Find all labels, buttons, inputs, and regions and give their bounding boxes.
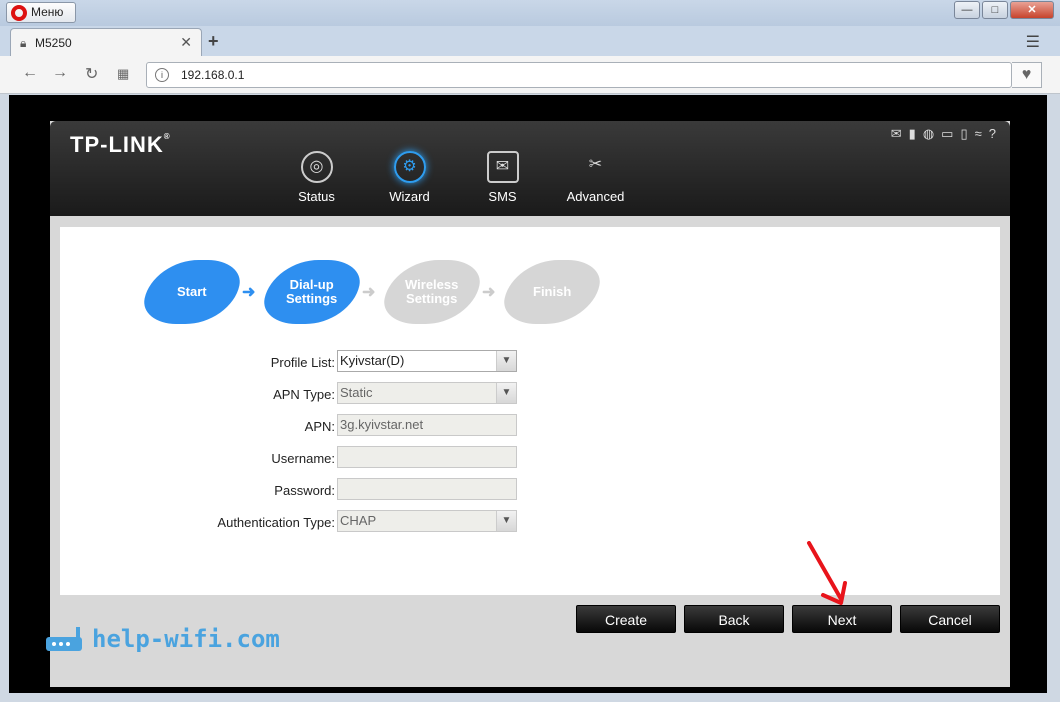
- window-titlebar: Меню — □ ✕: [0, 0, 1060, 26]
- step-wireless-settings: Wireless Settings: [379, 260, 485, 324]
- main-nav: ◎ Status ⚙ Wizard ✉ SMS ✂ Advanced: [270, 151, 642, 204]
- speed-dial-icon[interactable]: ▦: [117, 66, 129, 82]
- tp-link-logo: TP-LINK®: [70, 132, 171, 157]
- auth-type-row: Authentication Type: CHAP ▼: [160, 510, 520, 542]
- internet-globe-icon: ◍: [922, 126, 935, 141]
- menu-label: Меню: [31, 5, 64, 19]
- forward-arrow-icon[interactable]: →: [52, 64, 68, 82]
- bookmark-heart-icon[interactable]: ♥: [1012, 62, 1042, 88]
- profile-list-label: Profile List:: [270, 355, 335, 370]
- page-viewport: TP-LINK® ✉ ▮ ◍ ▭ ▯ ≈ ? ◎ Status ⚙ Wizard: [9, 95, 1047, 693]
- apn-type-label: APN Type:: [273, 387, 335, 402]
- step-start: Start: [139, 260, 245, 324]
- step-arrow-icon: ➜: [242, 284, 256, 301]
- cancel-button[interactable]: Cancel: [900, 605, 1000, 633]
- tab-title: M5250: [35, 36, 72, 50]
- apn-row: APN: 3g.kyivstar.net: [160, 414, 520, 446]
- wifi-icon: ≈: [974, 126, 982, 141]
- step-arrow-icon: ➜: [482, 284, 496, 301]
- router-admin-app: TP-LINK® ✉ ▮ ◍ ▭ ▯ ≈ ? ◎ Status ⚙ Wizard: [50, 121, 1010, 687]
- reload-icon[interactable]: ↻: [85, 64, 98, 84]
- router-watermark-icon: [46, 627, 82, 651]
- envelope-icon: ✉: [486, 151, 519, 183]
- nav-wizard[interactable]: ⚙ Wizard: [363, 151, 456, 204]
- close-window-button[interactable]: ✕: [1010, 1, 1054, 19]
- battery-icon: ▭: [941, 126, 954, 141]
- password-label: Password:: [274, 483, 335, 498]
- watermark-text: help-wifi.com: [92, 625, 280, 653]
- tab-close-icon[interactable]: ✕: [180, 34, 192, 51]
- apn-label: APN:: [304, 419, 335, 434]
- apn-input[interactable]: 3g.kyivstar.net: [337, 414, 517, 436]
- nav-label: Status: [298, 189, 335, 204]
- browser-toolbar: ← → ↻ ▦ i 192.168.0.1 ♥: [0, 56, 1060, 94]
- auth-type-select[interactable]: CHAP ▼: [337, 510, 517, 532]
- browser-tab[interactable]: 🔒︎ M5250 ✕: [10, 28, 202, 56]
- address-bar[interactable]: i 192.168.0.1: [146, 62, 1012, 88]
- step-finish: Finish: [499, 260, 605, 324]
- username-row: Username:: [160, 446, 520, 478]
- step-dialup-settings: Dial-up Settings: [259, 260, 365, 324]
- globe-icon: ◎: [300, 151, 333, 183]
- nav-label: Wizard: [389, 189, 430, 204]
- site-info-icon[interactable]: i: [155, 68, 169, 82]
- profile-list-select[interactable]: Kyivstar(D) ▼: [337, 350, 517, 372]
- dropdown-arrow-icon[interactable]: ▼: [496, 511, 516, 531]
- dropdown-arrow-icon[interactable]: ▼: [496, 351, 516, 371]
- password-input[interactable]: [337, 478, 517, 500]
- action-buttons: Create Back Next Cancel: [576, 605, 1000, 633]
- back-button[interactable]: Back: [684, 605, 784, 633]
- step-arrow-icon: ➜: [362, 284, 376, 301]
- tab-bar: 🔒︎ M5250 ✕ + ☰: [0, 26, 1060, 56]
- sd-card-icon: ▯: [960, 126, 968, 141]
- profile-list-row: Profile List: Kyivstar(D) ▼: [160, 350, 520, 382]
- address-text: 192.168.0.1: [181, 68, 245, 82]
- password-row: Password:: [160, 478, 520, 510]
- gear-icon: ⚙: [393, 151, 426, 183]
- app-header: TP-LINK® ✉ ▮ ◍ ▭ ▯ ≈ ? ◎ Status ⚙ Wizard: [50, 121, 1010, 216]
- red-annotation-arrow-icon: [807, 541, 847, 605]
- lock-icon: 🔒︎: [20, 36, 27, 50]
- nav-sms[interactable]: ✉ SMS: [456, 151, 549, 204]
- status-icons: ✉ ▮ ◍ ▭ ▯ ≈ ?: [891, 126, 996, 142]
- dropdown-arrow-icon[interactable]: ▼: [496, 383, 516, 403]
- dialup-form: Profile List: Kyivstar(D) ▼ APN Type: St…: [160, 350, 520, 542]
- apn-type-select[interactable]: Static ▼: [337, 382, 517, 404]
- opera-logo-icon: [11, 5, 27, 21]
- username-input[interactable]: [337, 446, 517, 468]
- new-tab-icon[interactable]: +: [208, 31, 219, 52]
- opera-menu-button[interactable]: Меню: [6, 2, 76, 23]
- help-icon[interactable]: ?: [989, 126, 996, 142]
- tab-menu-icon[interactable]: ☰: [1026, 32, 1040, 52]
- nav-status[interactable]: ◎ Status: [270, 151, 363, 204]
- message-icon[interactable]: ✉: [891, 126, 902, 142]
- username-label: Username:: [271, 451, 335, 466]
- back-arrow-icon[interactable]: ←: [22, 64, 38, 82]
- maximize-button[interactable]: □: [982, 1, 1008, 19]
- nav-label: Advanced: [566, 189, 625, 204]
- wizard-steps: Start ➜ Dial-up Settings ➜ Wireless Sett…: [139, 260, 606, 324]
- auth-type-label: Authentication Type:: [217, 515, 335, 530]
- apn-type-row: APN Type: Static ▼: [160, 382, 520, 414]
- nav-advanced[interactable]: ✂ Advanced: [549, 151, 642, 204]
- window-controls: — □ ✕: [954, 1, 1054, 19]
- signal-strength-icon: ▮: [908, 126, 916, 141]
- tools-icon: ✂: [588, 156, 603, 173]
- nav-label: SMS: [488, 189, 517, 204]
- wizard-panel: Start ➜ Dial-up Settings ➜ Wireless Sett…: [60, 227, 1000, 595]
- minimize-button[interactable]: —: [954, 1, 980, 19]
- next-button[interactable]: Next: [792, 605, 892, 633]
- create-button[interactable]: Create: [576, 605, 676, 633]
